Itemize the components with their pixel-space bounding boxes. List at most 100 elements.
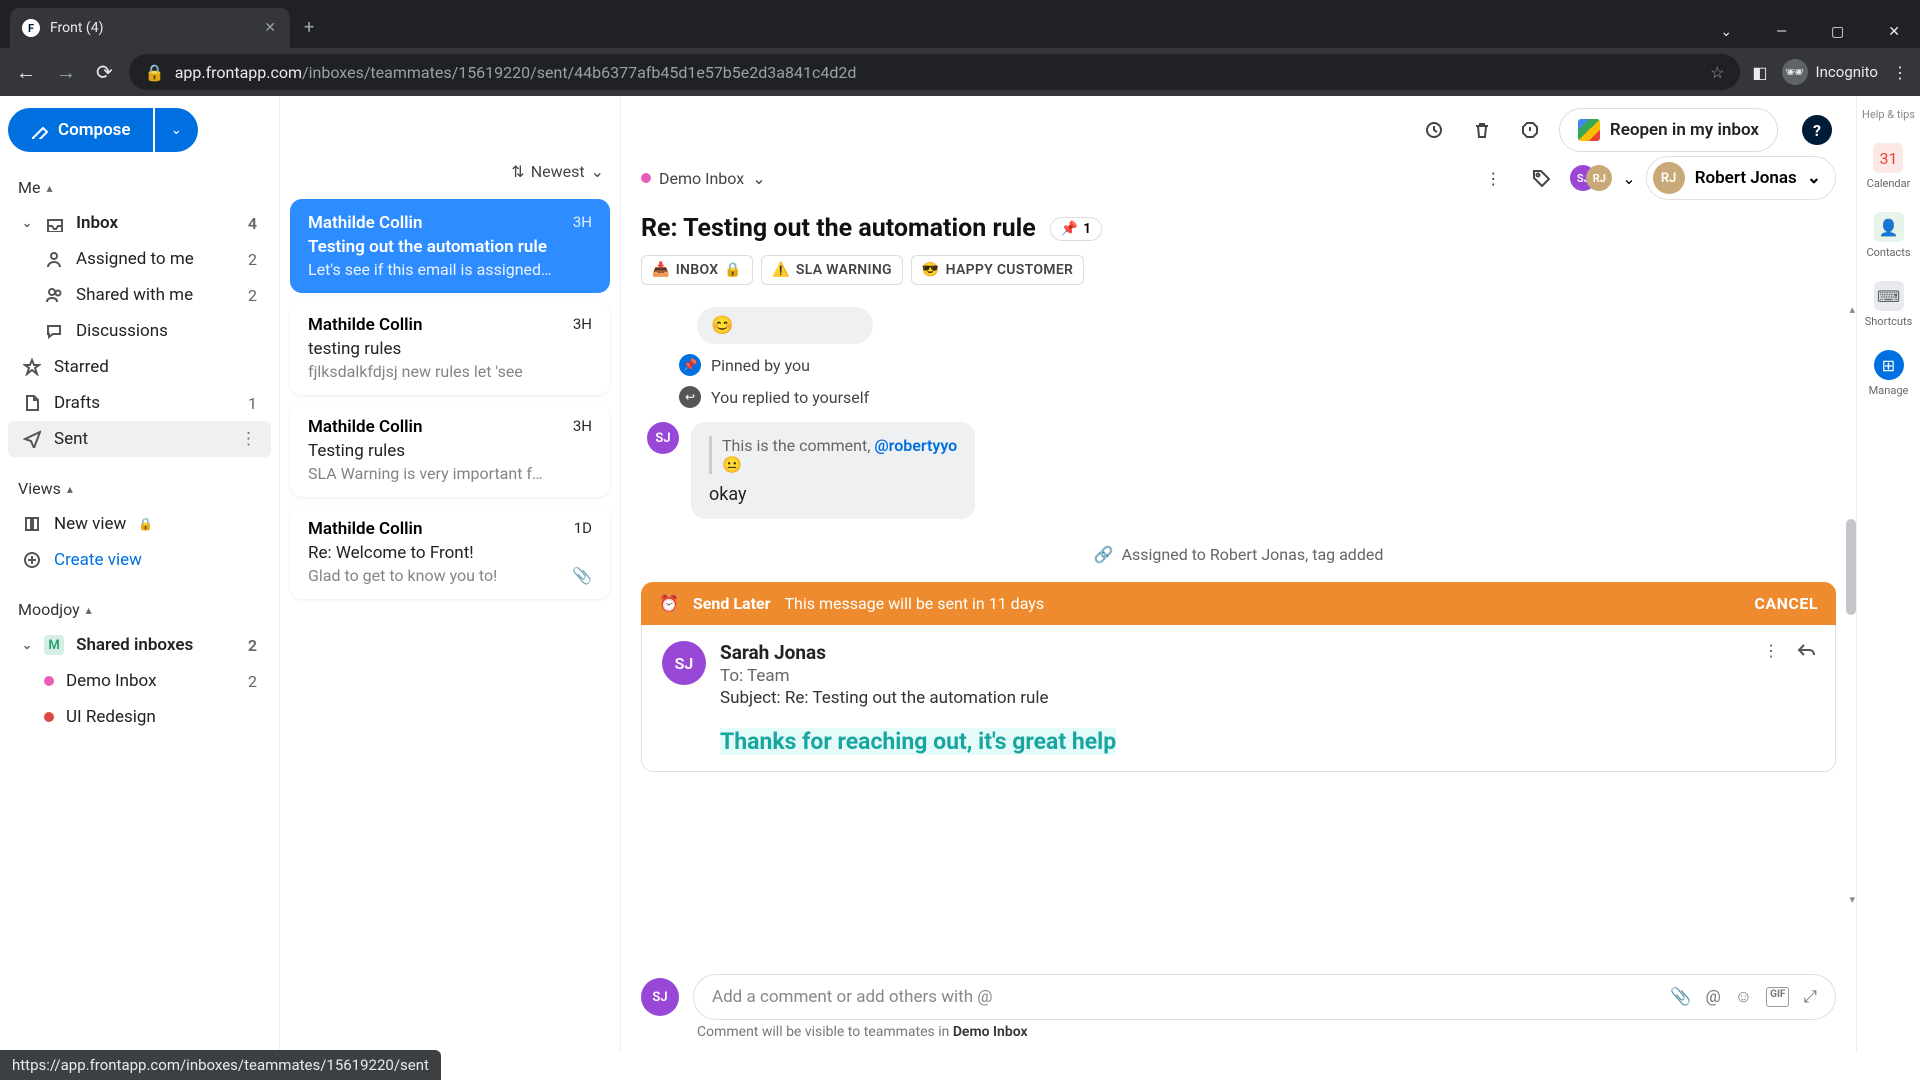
avatar-sj: SJ: [662, 641, 706, 685]
sidebar-inbox[interactable]: ⌄ Inbox 4: [8, 205, 271, 241]
sidebar-new-view[interactable]: New view 🔒: [8, 506, 271, 542]
chevron-down-icon[interactable]: ⌄: [1622, 169, 1635, 188]
sort-dropdown[interactable]: ⇅ Newest ⌄: [511, 162, 604, 181]
warning-icon: ⚠️: [772, 262, 790, 278]
scrollbar-thumb[interactable]: [1846, 519, 1856, 615]
conversation-card[interactable]: Mathilde Collin3H testing rules fjlksdal…: [290, 301, 610, 395]
browser-menu-icon[interactable]: ⋮: [1892, 63, 1908, 82]
moodjoy-section-header[interactable]: Moodjoy ▴: [8, 592, 271, 627]
conversation-subject: Re: Testing out the automation rule: [641, 214, 1036, 243]
keyboard-icon: ⌨: [1874, 281, 1904, 311]
cancel-send-button[interactable]: CANCEL: [1754, 594, 1818, 613]
mention[interactable]: @robertyyo: [874, 436, 957, 455]
sidebar-sent[interactable]: Sent ⋮: [8, 421, 271, 457]
new-tab-button[interactable]: +: [290, 7, 328, 48]
sunglasses-icon: 😎: [922, 262, 940, 278]
compose-dropdown[interactable]: ⌄: [155, 108, 198, 152]
mention-icon[interactable]: @: [1706, 987, 1721, 1007]
star-icon: [22, 358, 42, 376]
calendar-icon: [1578, 119, 1600, 141]
subscribers[interactable]: SJ RJ: [1570, 165, 1612, 191]
tag-happy[interactable]: 😎HAPPY CUSTOMER: [911, 255, 1084, 285]
rail-manage[interactable]: ⊞Manage: [1869, 350, 1909, 397]
gif-icon[interactable]: GIF: [1766, 987, 1789, 1007]
compose-icon: [30, 121, 48, 139]
url-path: /inboxes/teammates/15619220/sent/44b6377…: [302, 63, 856, 82]
draft-to: To: Team: [720, 666, 1749, 686]
chevron-down-icon: ⌄: [1807, 168, 1821, 188]
emoji-icon[interactable]: ☺: [1735, 987, 1752, 1007]
views-section-header[interactable]: Views ▴: [8, 471, 271, 506]
conversation-pane: Reopen in my inbox ? Demo Inbox ⌄ ⋮ SJ R…: [620, 96, 1856, 1052]
scroll-down-icon[interactable]: ▾: [1849, 893, 1855, 906]
comment-input[interactable]: Add a comment or add others with @ 📎 @ ☺…: [693, 974, 1836, 1020]
trash-icon[interactable]: [1463, 111, 1501, 149]
sidebar-starred[interactable]: Starred: [8, 349, 271, 385]
snooze-icon[interactable]: [1415, 111, 1453, 149]
conversation-card[interactable]: Mathilde Collin3H Testing out the automa…: [290, 199, 610, 293]
rail-calendar[interactable]: 31Calendar: [1867, 143, 1911, 190]
extensions-icon[interactable]: ◧: [1752, 63, 1767, 82]
quoted-comment: This is the comment, @robertyyo😐: [709, 436, 957, 474]
expand-icon[interactable]: ⤢: [1803, 987, 1817, 1007]
users-icon: [44, 286, 64, 304]
chevron-down-icon: ⌄: [22, 638, 32, 652]
close-tab-icon[interactable]: ✕: [262, 18, 278, 38]
me-section-header[interactable]: Me ▴: [8, 170, 271, 205]
conversation-card[interactable]: Mathilde Collin3H Testing rules SLA Warn…: [290, 403, 610, 497]
scheduled-message[interactable]: SJ Sarah Jonas To: Team Subject: Re: Tes…: [641, 625, 1836, 772]
inbox-selector[interactable]: Demo Inbox ⌄: [641, 169, 766, 188]
contacts-icon: 👤: [1874, 212, 1904, 242]
reply-icon[interactable]: [1797, 641, 1815, 663]
url-host: app.frontapp.com: [175, 63, 302, 82]
tag-sla[interactable]: ⚠️SLA WARNING: [761, 255, 903, 285]
pin-count-badge[interactable]: 📌1: [1050, 217, 1102, 241]
m-badge-icon: M: [44, 635, 64, 655]
compose-button[interactable]: Compose: [8, 108, 153, 152]
sidebar-assigned[interactable]: Assigned to me 2: [8, 241, 271, 277]
sidebar-ui-redesign[interactable]: UI Redesign: [8, 699, 271, 735]
spam-icon[interactable]: [1511, 111, 1549, 149]
sidebar-discussions[interactable]: Discussions: [8, 313, 271, 349]
tag-inbox[interactable]: 📥INBOX🔒: [641, 255, 753, 285]
sidebar-shared[interactable]: Shared with me 2: [8, 277, 271, 313]
scroll-up-icon[interactable]: ▴: [1849, 303, 1855, 316]
conversation-card[interactable]: Mathilde Collin1D Re: Welcome to Front! …: [290, 505, 610, 599]
avatar-rj: RJ: [1586, 165, 1612, 191]
rail-shortcuts[interactable]: ⌨Shortcuts: [1865, 281, 1913, 328]
bookmark-star-icon[interactable]: ☆: [1710, 63, 1724, 82]
draft-from: Sarah Jonas: [720, 641, 1749, 664]
close-window-button[interactable]: ✕: [1868, 16, 1920, 48]
maximize-button[interactable]: ▢: [1811, 16, 1864, 48]
attachment-icon[interactable]: 📎: [1670, 987, 1691, 1007]
incognito-indicator[interactable]: 🕶 Incognito: [1782, 59, 1878, 85]
reopen-button[interactable]: Reopen in my inbox: [1559, 108, 1778, 152]
browser-tab[interactable]: F Front (4) ✕: [10, 8, 290, 48]
sidebar-drafts[interactable]: Drafts 1: [8, 385, 271, 421]
back-button[interactable]: ←: [12, 56, 40, 89]
avatar-sj: SJ: [641, 978, 679, 1016]
send-icon: [22, 430, 42, 448]
rail-contacts[interactable]: 👤Contacts: [1866, 212, 1910, 259]
visibility-note: Comment will be visible to teammates in …: [697, 1024, 1856, 1052]
inbox-icon: [44, 214, 64, 232]
window-controls: ⌄ — ▢ ✕: [1700, 16, 1920, 48]
forward-button[interactable]: →: [52, 56, 80, 89]
sidebar-shared-inboxes[interactable]: ⌄ M Shared inboxes 2: [8, 627, 271, 663]
sidebar-create-view[interactable]: Create view: [8, 542, 271, 578]
more-icon[interactable]: ⋮: [240, 429, 257, 449]
address-bar[interactable]: 🔒 app.frontapp.com/inboxes/teammates/156…: [129, 54, 1741, 90]
chevron-down-icon: ⌄: [22, 216, 32, 230]
reload-button[interactable]: ⟳: [92, 56, 117, 88]
thread-body[interactable]: ▴ ▾ 😊 📌 Pinned by you ↩ You replied to y…: [621, 299, 1856, 960]
chat-icon: [44, 322, 64, 340]
status-bar-url: https://app.frontapp.com/inboxes/teammat…: [0, 1050, 441, 1080]
comment-composer: SJ Add a comment or add others with @ 📎 …: [641, 974, 1836, 1020]
help-icon[interactable]: ?: [1802, 115, 1832, 145]
more-icon[interactable]: ⋮: [1763, 641, 1779, 660]
tabs-dropdown-icon[interactable]: ⌄: [1700, 16, 1752, 48]
sidebar-demo-inbox[interactable]: Demo Inbox 2: [8, 663, 271, 699]
send-later-banner: ⏰ Send Later This message will be sent i…: [641, 582, 1836, 625]
minimize-button[interactable]: —: [1756, 16, 1807, 48]
front-favicon: F: [22, 19, 40, 37]
